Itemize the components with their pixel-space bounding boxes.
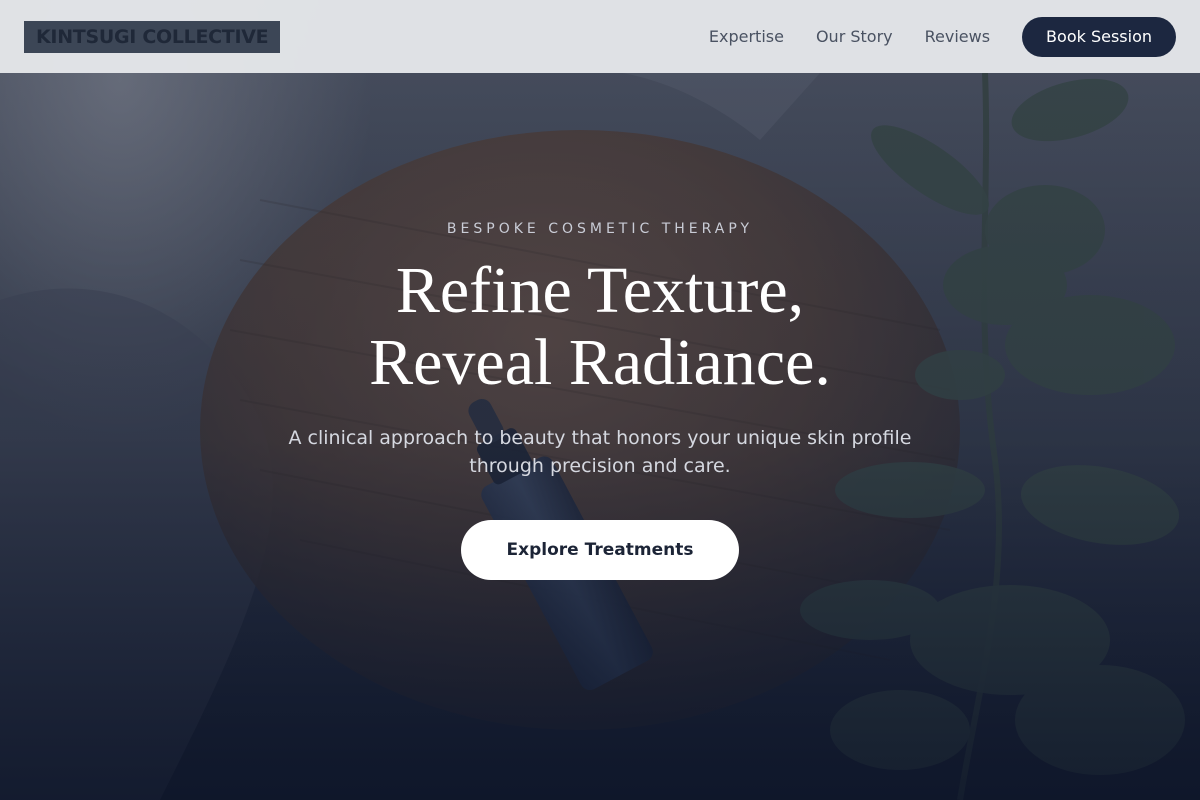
hero-headline: Refine Texture, Reveal Radiance. [0,255,1200,399]
brand-logo[interactable]: KINTSUGI COLLECTIVE [24,20,281,53]
nav-link-expertise[interactable]: Expertise [709,27,784,46]
hero-headline-line-2: Reveal Radiance. [369,326,831,399]
site-header: KINTSUGI COLLECTIVE Expertise Our Story … [0,0,1200,73]
hero-eyebrow: BESPOKE COSMETIC THERAPY [446,221,754,237]
nav-link-our-story[interactable]: Our Story [816,27,893,46]
main-nav: Expertise Our Story Reviews Book Session [709,16,1176,57]
hero-headline-line-1: Refine Texture, [395,254,805,327]
explore-treatments-button[interactable]: Explore Treatments [461,520,739,580]
book-session-button[interactable]: Book Session [1022,16,1176,57]
hero-section: BESPOKE COSMETIC THERAPY Refine Texture,… [0,0,1200,800]
brand-logo-text: KINTSUGI COLLECTIVE [36,25,269,48]
nav-link-reviews[interactable]: Reviews [925,27,990,46]
hero-subtitle: A clinical approach to beauty that honor… [288,427,912,477]
